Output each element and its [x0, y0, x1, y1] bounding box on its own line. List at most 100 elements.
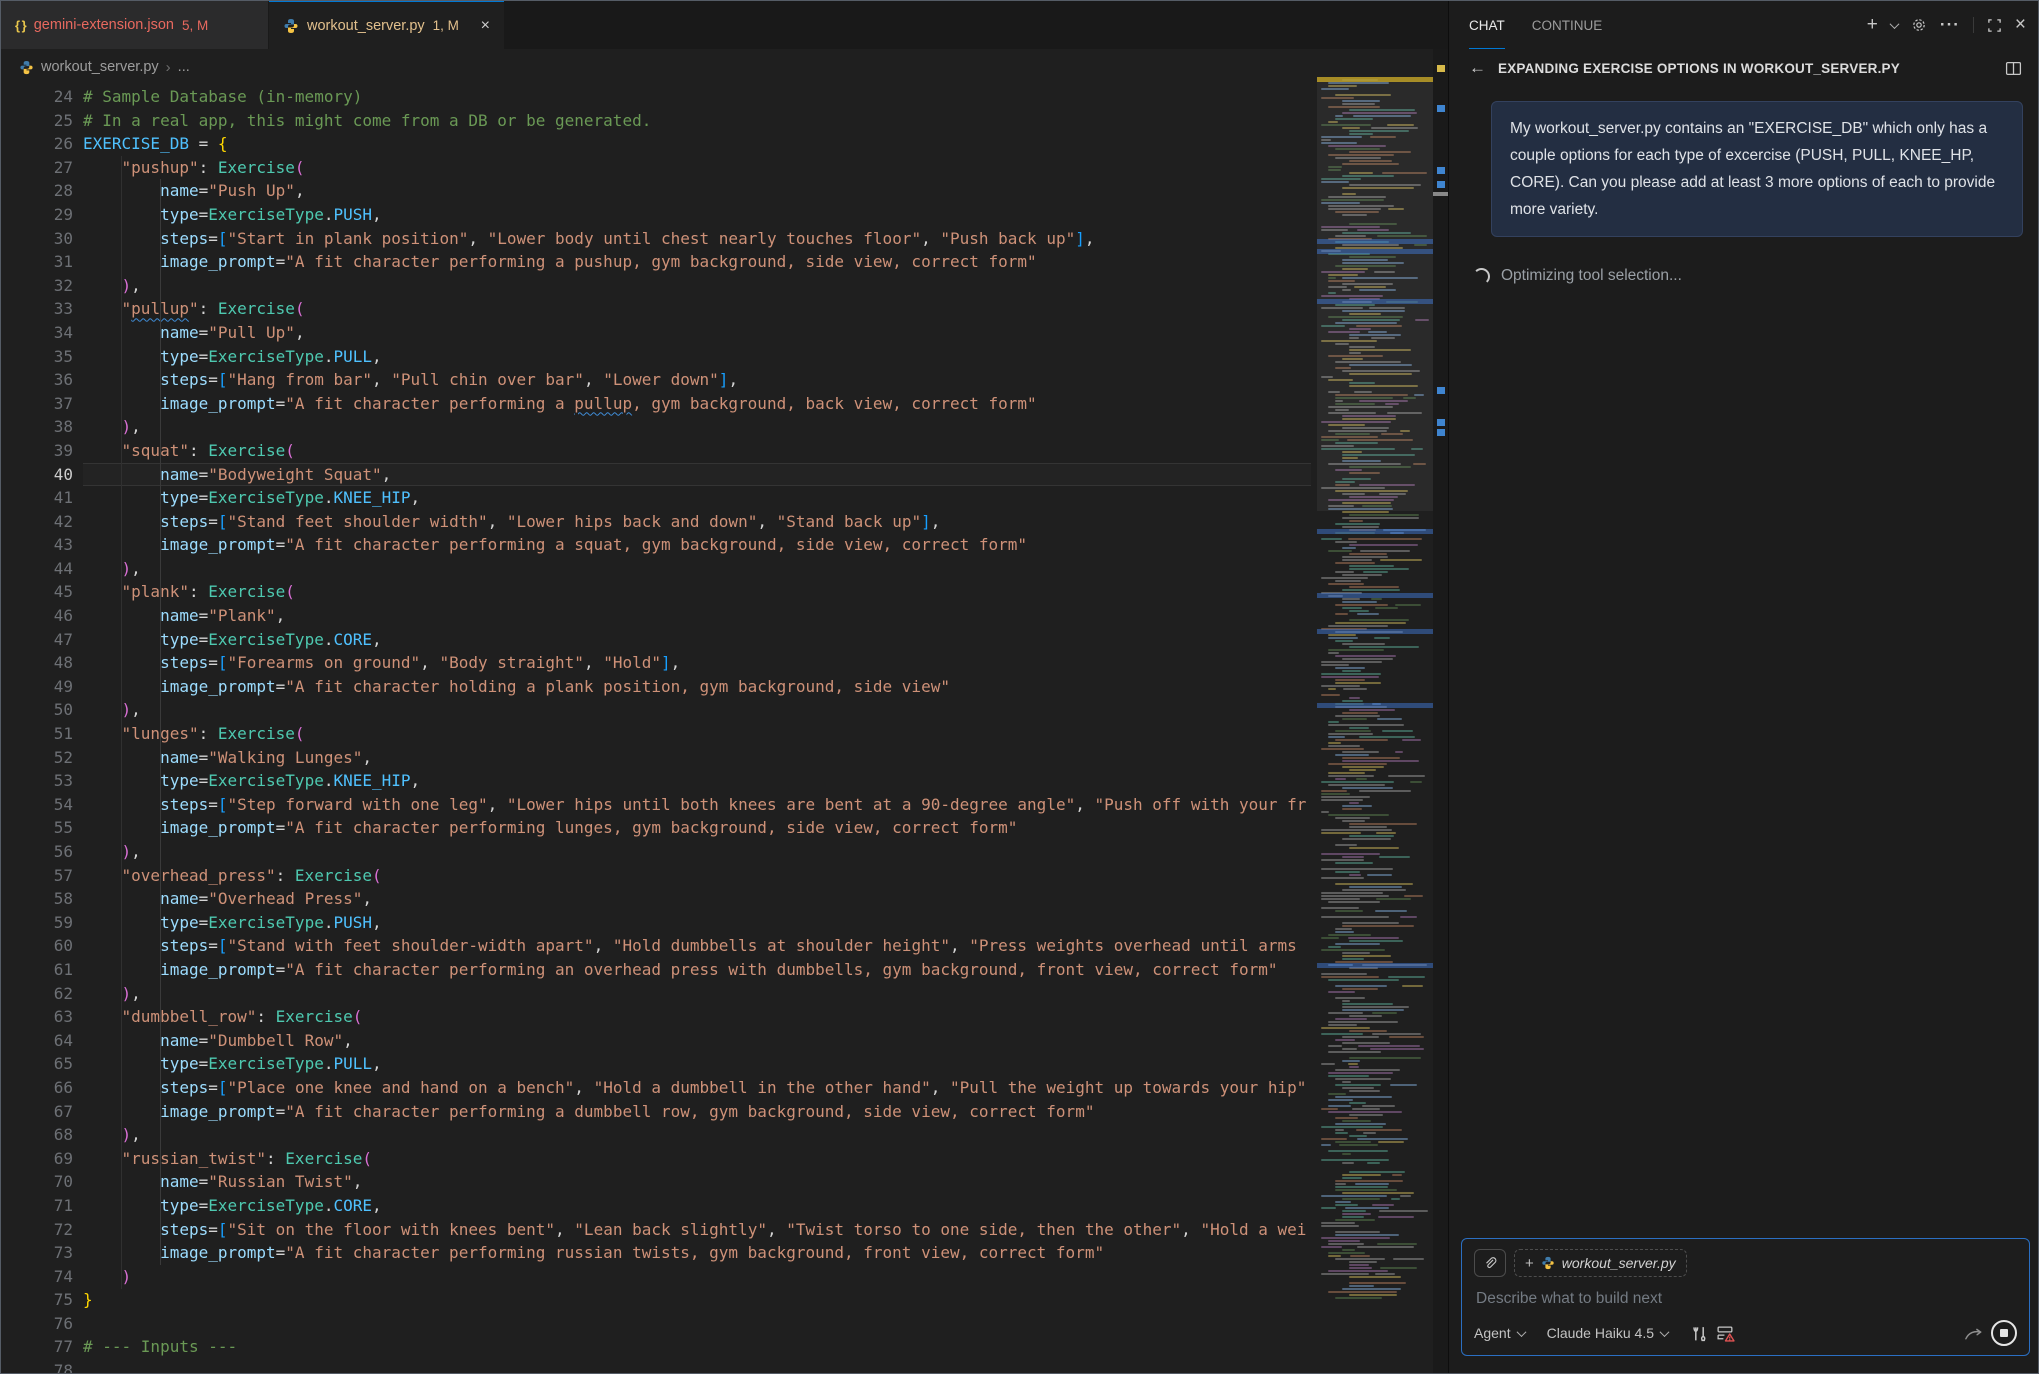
- code-line[interactable]: 56 ),: [1, 840, 1311, 864]
- code-editor[interactable]: 24# Sample Database (in-memory)25# In a …: [1, 85, 1311, 1374]
- minimap-code-row: [1367, 874, 1391, 876]
- minimap-code-row: [1321, 916, 1389, 918]
- breadcrumb-file[interactable]: workout_server.py: [41, 59, 159, 75]
- code-line[interactable]: 24# Sample Database (in-memory): [1, 85, 1311, 109]
- minimap-code-row: [1359, 736, 1415, 738]
- code-line[interactable]: 47 type=ExerciseType.CORE,: [1, 628, 1311, 652]
- code-line[interactable]: 51 "lunges": Exercise(: [1, 722, 1311, 746]
- code-line[interactable]: 54 steps=["Step forward with one leg", "…: [1, 793, 1311, 817]
- tab-chat[interactable]: CHAT: [1469, 1, 1505, 49]
- attach-button[interactable]: [1474, 1249, 1506, 1277]
- code-line[interactable]: 53 type=ExerciseType.KNEE_HIP,: [1, 769, 1311, 793]
- code-line[interactable]: 35 type=ExerciseType.PULL,: [1, 345, 1311, 369]
- stop-button[interactable]: [1991, 1320, 2017, 1346]
- code-line[interactable]: 66 steps=["Place one knee and hand on a …: [1, 1076, 1311, 1100]
- code-line[interactable]: 31 image_prompt="A fit character perform…: [1, 250, 1311, 274]
- code-line[interactable]: 78: [1, 1359, 1311, 1374]
- code-line[interactable]: 49 image_prompt="A fit character holding…: [1, 675, 1311, 699]
- code-line[interactable]: 75}: [1, 1288, 1311, 1312]
- code-line[interactable]: 27 "pushup": Exercise(: [1, 156, 1311, 180]
- code-line[interactable]: 72 steps=["Sit on the floor with knees b…: [1, 1218, 1311, 1242]
- tab-gemini-extension-json[interactable]: { } gemini-extension.json 5, M: [1, 1, 269, 49]
- code-line[interactable]: 55 image_prompt="A fit character perform…: [1, 816, 1311, 840]
- code-line[interactable]: 74 ): [1, 1265, 1311, 1289]
- minimap-code-row: [1328, 946, 1341, 948]
- code-line[interactable]: 29 type=ExerciseType.PUSH,: [1, 203, 1311, 227]
- code-line[interactable]: 71 type=ExerciseType.CORE,: [1, 1194, 1311, 1218]
- minimap-code-row: [1335, 1180, 1403, 1182]
- chat-message-input[interactable]: [1474, 1289, 2021, 1309]
- minimap-code-row: [1390, 1084, 1417, 1086]
- code-line[interactable]: 25# In a real app, this might come from …: [1, 109, 1311, 133]
- minimap-code-row: [1335, 1069, 1400, 1071]
- minimap-code-row: [1321, 1246, 1342, 1248]
- code-line[interactable]: 39 "squat": Exercise(: [1, 439, 1311, 463]
- code-line[interactable]: 69 "russian_twist": Exercise(: [1, 1147, 1311, 1171]
- minimap-code-row: [1328, 724, 1404, 726]
- code-line[interactable]: 68 ),: [1, 1123, 1311, 1147]
- tab-workout-server-py[interactable]: workout_server.py 1, M ×: [269, 1, 504, 49]
- maximize-icon[interactable]: [1987, 18, 2002, 33]
- code-line[interactable]: 57 "overhead_press": Exercise(: [1, 864, 1311, 888]
- tools-icon[interactable]: [1690, 1324, 1709, 1343]
- code-line[interactable]: 43 image_prompt="A fit character perform…: [1, 533, 1311, 557]
- code-line[interactable]: 65 type=ExerciseType.PULL,: [1, 1052, 1311, 1076]
- code-line[interactable]: 59 type=ExerciseType.PUSH,: [1, 911, 1311, 935]
- code-line[interactable]: 64 name="Dumbbell Row",: [1, 1029, 1311, 1053]
- code-line[interactable]: 61 image_prompt="A fit character perform…: [1, 958, 1311, 982]
- code-line[interactable]: 46 name="Plank",: [1, 604, 1311, 628]
- code-line[interactable]: 42 steps=["Stand feet shoulder width", "…: [1, 510, 1311, 534]
- close-tab-icon[interactable]: ×: [481, 18, 490, 34]
- agent-mode-dropdown[interactable]: Agent: [1474, 1325, 1525, 1341]
- minimap-code-row: [1321, 1222, 1355, 1224]
- code-line[interactable]: 70 name="Russian Twist",: [1, 1170, 1311, 1194]
- code-line[interactable]: 50 ),: [1, 698, 1311, 722]
- send-arrow-icon[interactable]: [1963, 1325, 1984, 1342]
- code-line[interactable]: 32 ),: [1, 274, 1311, 298]
- code-line[interactable]: 45 "plank": Exercise(: [1, 580, 1311, 604]
- minimap-code-row: [1328, 1045, 1342, 1047]
- code-line[interactable]: 63 "dumbbell_row": Exercise(: [1, 1005, 1311, 1029]
- code-line[interactable]: 33 "pullup": Exercise(: [1, 297, 1311, 321]
- code-line[interactable]: 77# --- Inputs ---: [1, 1335, 1311, 1359]
- code-line[interactable]: 38 ),: [1, 415, 1311, 439]
- minimap-code-row: [1342, 556, 1388, 558]
- code-line[interactable]: 44 ),: [1, 557, 1311, 581]
- new-chat-chevron-icon[interactable]: [1889, 19, 1899, 29]
- breadcrumb[interactable]: workout_server.py › ...: [1, 49, 1448, 85]
- code-line[interactable]: 62 ),: [1, 982, 1311, 1006]
- minimap-code-row: [1400, 916, 1417, 918]
- code-line[interactable]: 52 name="Walking Lunges",: [1, 746, 1311, 770]
- code-line[interactable]: 36 steps=["Hang from bar", "Pull chin ov…: [1, 368, 1311, 392]
- code-line[interactable]: 30 steps=["Start in plank position", "Lo…: [1, 227, 1311, 251]
- code-line[interactable]: 41 type=ExerciseType.KNEE_HIP,: [1, 486, 1311, 510]
- code-line[interactable]: 34 name="Pull Up",: [1, 321, 1311, 345]
- overview-ruler-scrollbar[interactable]: [1433, 49, 1449, 1374]
- model-dropdown[interactable]: Claude Haiku 4.5: [1547, 1325, 1668, 1341]
- code-line[interactable]: 73 image_prompt="A fit character perform…: [1, 1241, 1311, 1265]
- code-line[interactable]: 26EXERCISE_DB = {: [1, 132, 1311, 156]
- code-line[interactable]: 60 steps=["Stand with feet shoulder-widt…: [1, 934, 1311, 958]
- minimap-code-row: [1335, 1258, 1385, 1260]
- mcp-server-warning-icon[interactable]: [1716, 1324, 1735, 1343]
- code-line[interactable]: 37 image_prompt="A fit character perform…: [1, 392, 1311, 416]
- chat-input-box[interactable]: + workout_server.py Agent Claude Haiku 4…: [1461, 1238, 2030, 1356]
- breadcrumb-more[interactable]: ...: [178, 59, 190, 75]
- minimap-code-row: [1321, 577, 1368, 579]
- gear-icon[interactable]: [1911, 17, 1927, 33]
- code-line[interactable]: 76: [1, 1312, 1311, 1336]
- code-line[interactable]: 48 steps=["Forearms on ground", "Body st…: [1, 651, 1311, 675]
- minimap[interactable]: [1317, 71, 1433, 1303]
- new-chat-plus-icon[interactable]: +: [1867, 14, 1878, 36]
- more-ellipsis-icon[interactable]: ···: [1940, 15, 1960, 35]
- code-line[interactable]: 28 name="Push Up",: [1, 179, 1311, 203]
- code-line[interactable]: 40 name="Bodyweight Squat",: [1, 463, 1311, 487]
- minimap-slider[interactable]: [1317, 81, 1433, 511]
- back-arrow-icon[interactable]: ←: [1469, 58, 1486, 78]
- close-panel-icon[interactable]: ×: [2015, 14, 2026, 36]
- tab-continue[interactable]: CONTINUE: [1532, 1, 1603, 49]
- code-line[interactable]: 67 image_prompt="A fit character perform…: [1, 1100, 1311, 1124]
- context-file-chip[interactable]: + workout_server.py: [1514, 1249, 1687, 1277]
- open-in-editor-icon[interactable]: [2005, 60, 2022, 77]
- code-line[interactable]: 58 name="Overhead Press",: [1, 887, 1311, 911]
